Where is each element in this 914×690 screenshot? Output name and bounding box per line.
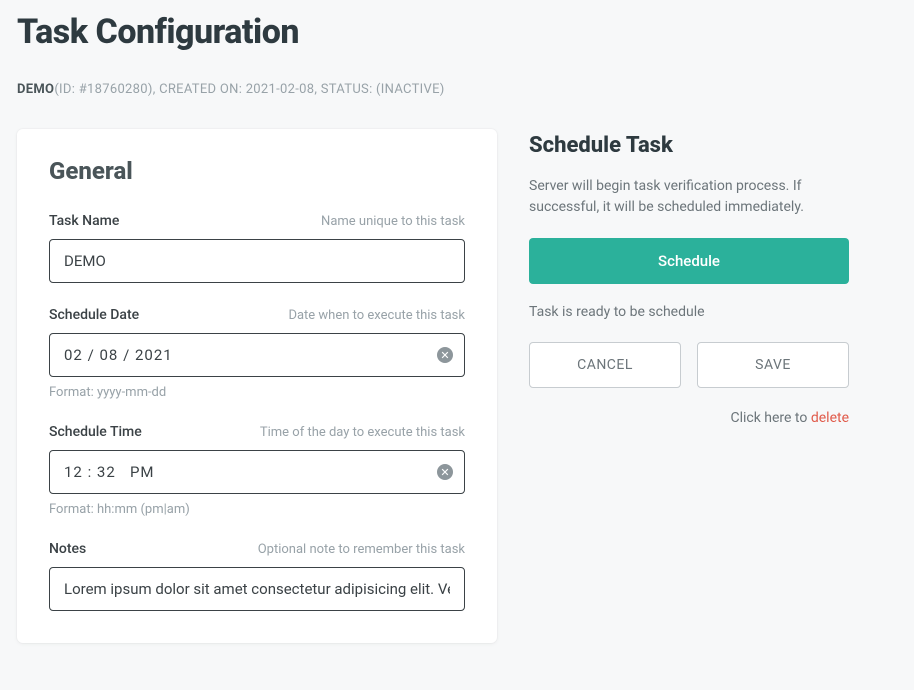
task-name-hint: Name unique to this task: [321, 214, 465, 229]
delete-link[interactable]: delete: [811, 410, 849, 426]
save-button[interactable]: SAVE: [697, 342, 849, 388]
task-meta: DEMO(ID: #18760280), CREATED ON: 2021-02…: [17, 82, 897, 97]
schedule-button[interactable]: Schedule: [529, 238, 849, 284]
schedule-time-label: Schedule Time: [49, 424, 142, 440]
schedule-time-field: Schedule Time Time of the day to execute…: [49, 424, 465, 517]
meta-id-label: (ID: #: [54, 82, 87, 97]
schedule-date-help: Format: yyyy-mm-dd: [49, 385, 465, 400]
general-title: General: [49, 157, 465, 185]
meta-created-label: ), CREATED ON:: [148, 82, 246, 97]
task-name-field: Task Name Name unique to this task: [49, 213, 465, 283]
schedule-time-input[interactable]: [49, 450, 465, 494]
schedule-date-label: Schedule Date: [49, 307, 139, 323]
meta-created: 2021-02-08: [246, 82, 315, 97]
schedule-date-input[interactable]: [49, 333, 465, 377]
notes-input[interactable]: [49, 567, 465, 611]
task-name-label: Task Name: [49, 213, 119, 229]
delete-prefix: Click here to: [730, 410, 810, 426]
schedule-time-hint: Time of the day to execute this task: [260, 425, 465, 440]
schedule-date-field: Schedule Date Date when to execute this …: [49, 307, 465, 400]
page-title: Task Configuration: [17, 12, 897, 52]
schedule-description: Server will begin task verification proc…: [529, 176, 849, 218]
notes-hint: Optional note to remember this task: [258, 542, 465, 557]
notes-field: Notes Optional note to remember this tas…: [49, 541, 465, 611]
cancel-button[interactable]: CANCEL: [529, 342, 681, 388]
schedule-title: Schedule Task: [529, 133, 849, 158]
meta-status-label: , STATUS: (: [314, 82, 380, 97]
meta-name: DEMO: [17, 82, 54, 97]
meta-id: 18760280: [87, 82, 148, 97]
clear-icon[interactable]: ✕: [437, 464, 453, 480]
task-name-input[interactable]: [49, 239, 465, 283]
meta-status: INACTIVE: [381, 82, 440, 97]
meta-close: ): [440, 82, 445, 97]
schedule-date-hint: Date when to execute this task: [288, 308, 465, 323]
clear-icon[interactable]: ✕: [437, 347, 453, 363]
notes-label: Notes: [49, 541, 86, 557]
general-card: General Task Name Name unique to this ta…: [17, 129, 497, 643]
schedule-status: Task is ready to be schedule: [529, 304, 849, 320]
schedule-time-help: Format: hh:mm (pm|am): [49, 502, 465, 517]
delete-line: Click here to delete: [529, 410, 849, 426]
schedule-panel: Schedule Task Server will begin task ver…: [529, 129, 849, 426]
